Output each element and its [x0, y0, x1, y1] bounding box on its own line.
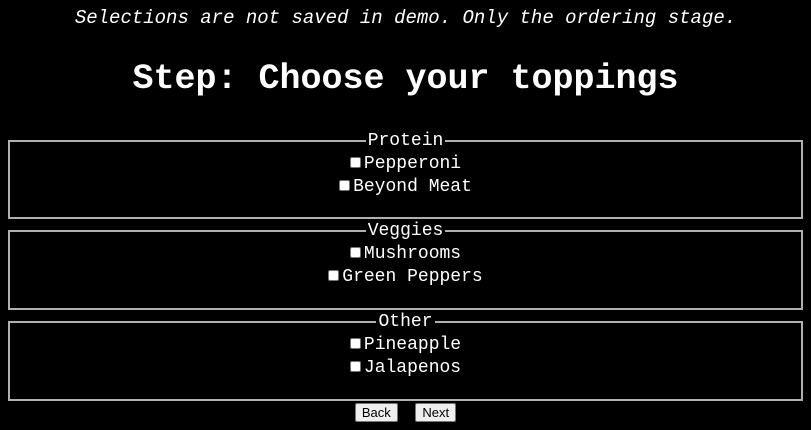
green-peppers-checkbox[interactable]: [328, 270, 340, 281]
jalapenos-label: Jalapenos: [363, 358, 462, 378]
pineapple-label: Pineapple: [363, 335, 462, 355]
green-peppers-label: Green Peppers: [342, 267, 483, 287]
option-green-peppers[interactable]: Green Peppers: [10, 266, 801, 289]
beyond-meat-label: Beyond Meat: [353, 177, 472, 197]
option-pineapple[interactable]: Pineapple: [10, 334, 801, 357]
jalapenos-checkbox[interactable]: [349, 361, 361, 372]
mushrooms-label: Mushrooms: [363, 244, 462, 264]
other-group: Other Pineapple Jalapenos: [8, 312, 803, 401]
other-legend: Other: [378, 312, 433, 332]
demo-notice: Selections are not saved in demo. Only t…: [74, 7, 737, 29]
veggies-legend: Veggies: [367, 221, 444, 241]
pepperoni-label: Pepperoni: [363, 154, 462, 174]
protein-legend: Protein: [367, 131, 444, 151]
option-mushrooms[interactable]: Mushrooms: [10, 243, 801, 266]
beyond-meat-checkbox[interactable]: [339, 180, 351, 191]
mushrooms-checkbox[interactable]: [349, 247, 361, 258]
option-beyond-meat[interactable]: Beyond Meat: [10, 176, 801, 199]
pepperoni-checkbox[interactable]: [349, 157, 361, 168]
option-jalapenos[interactable]: Jalapenos: [10, 357, 801, 380]
protein-group: Protein Pepperoni Beyond Meat: [8, 131, 803, 219]
pineapple-checkbox[interactable]: [349, 338, 361, 349]
navigation-buttons: Back Next: [0, 403, 811, 422]
next-button[interactable]: Next: [415, 403, 457, 422]
option-pepperoni[interactable]: Pepperoni: [10, 153, 801, 176]
veggies-group: Veggies Mushrooms Green Peppers: [8, 221, 803, 310]
page-title: Step: Choose your toppings: [132, 59, 679, 99]
back-button[interactable]: Back: [354, 403, 398, 422]
